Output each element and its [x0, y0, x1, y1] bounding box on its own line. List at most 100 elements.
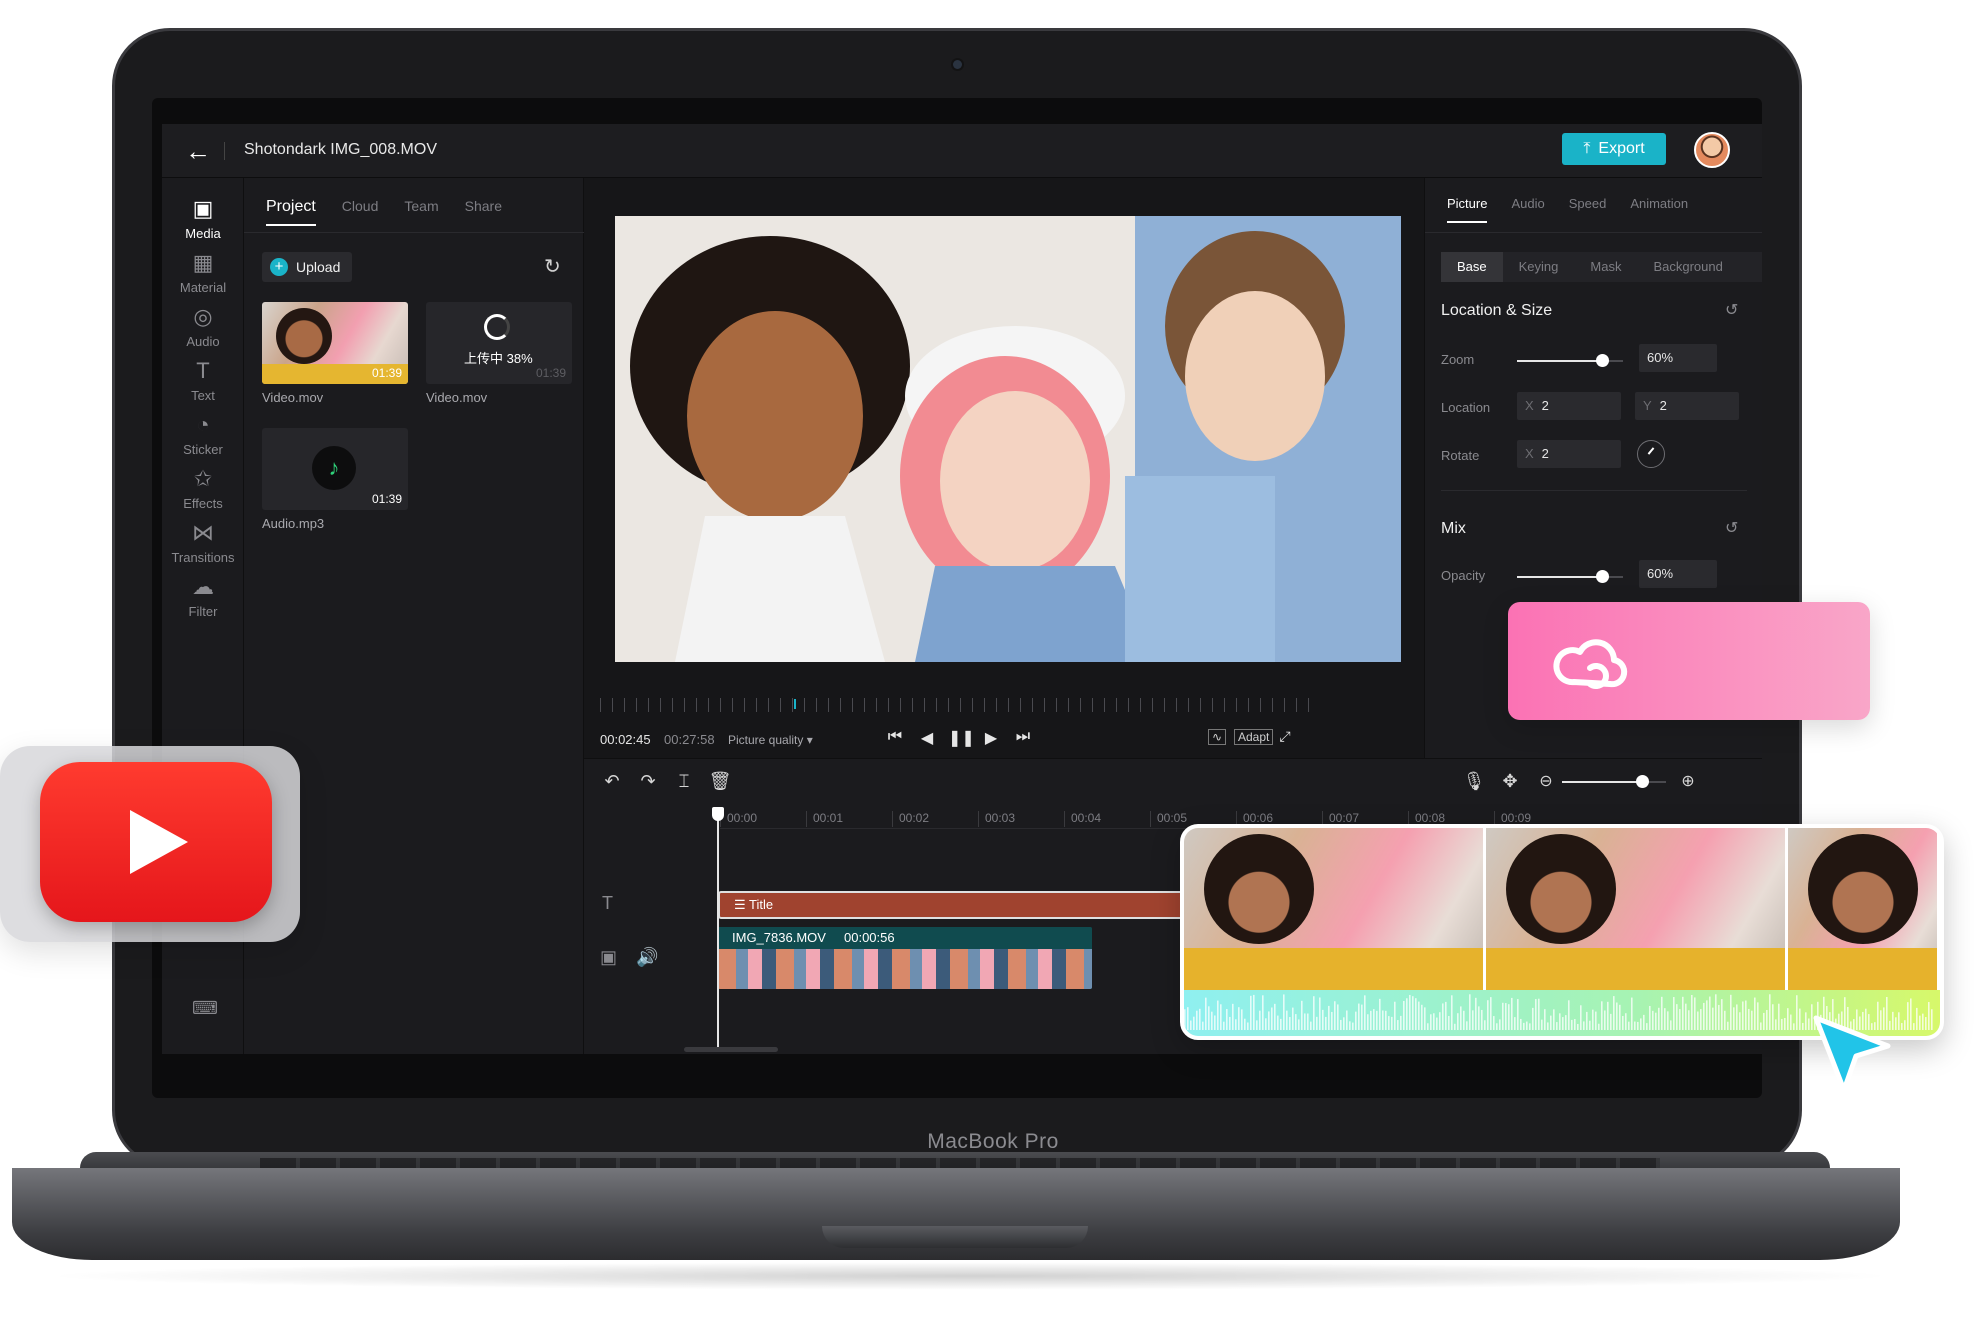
zoom-out-icon[interactable]: ⊖	[1534, 771, 1558, 791]
waveform-bar	[1241, 1009, 1243, 1030]
waveform-bar	[1640, 1018, 1642, 1030]
waveform-bar	[1484, 1020, 1486, 1030]
subtab-background[interactable]: Background	[1637, 252, 1738, 282]
timeline-zoom-slider[interactable]	[1562, 775, 1666, 788]
back-arrow-icon[interactable]: ←	[184, 137, 212, 165]
waveform-bar	[1238, 1007, 1240, 1030]
undo-icon[interactable]: ↶	[600, 771, 624, 792]
waveform-bar	[1424, 1007, 1426, 1030]
rail-item-transitions[interactable]: ⋈ Transitions	[162, 514, 244, 576]
waveform-bar	[1418, 1001, 1420, 1030]
step-back-icon[interactable]: ◀	[916, 728, 938, 748]
pause-icon[interactable]: ❚❚	[948, 728, 975, 748]
reset-icon[interactable]: ↺	[1725, 300, 1738, 320]
waveform-bar	[1265, 1018, 1267, 1030]
media-thumbnail-audio[interactable]: ♪ 01:39	[262, 428, 408, 510]
tab-project[interactable]: Project	[266, 196, 316, 226]
location-y-field[interactable]: Y2	[1635, 392, 1739, 420]
zoom-value[interactable]: 60%	[1639, 344, 1717, 372]
snap-icon[interactable]: ✥	[1498, 771, 1522, 792]
tab-team[interactable]: Team	[404, 196, 438, 214]
slider-knob[interactable]	[1636, 775, 1649, 788]
title-clip[interactable]: ☰ Title	[718, 891, 1188, 919]
waveform-bar	[1385, 1010, 1387, 1030]
reset-icon[interactable]: ↺	[1725, 518, 1738, 538]
picture-quality-select[interactable]: Picture quality ▾	[728, 733, 813, 747]
media-thumbnail-uploading[interactable]: 上传中 38% 01:39	[426, 302, 572, 384]
tab-cloud[interactable]: Cloud	[342, 196, 379, 214]
rail-item-filter[interactable]: ☁ Filter	[162, 568, 244, 630]
waveform-bar	[1583, 1021, 1585, 1030]
effects-icon: ✩	[193, 466, 213, 491]
rail-item-media[interactable]: ▣ Media	[162, 190, 244, 252]
waveform-bar	[1805, 1012, 1807, 1030]
rotate-dial[interactable]	[1637, 440, 1665, 468]
tab-picture[interactable]: Picture	[1447, 196, 1488, 223]
rail-item-sticker[interactable]: ◔ Sticker	[162, 406, 244, 468]
waveform-bar	[1445, 1001, 1447, 1030]
waveform-bar	[1628, 1021, 1630, 1030]
subtab-keying[interactable]: Keying	[1503, 252, 1575, 282]
tab-share[interactable]: Share	[465, 196, 502, 214]
split-icon[interactable]: ⌶	[672, 771, 696, 792]
skip-end-icon[interactable]: ⏭	[1012, 728, 1034, 746]
material-icon: ▦	[192, 250, 214, 275]
step-forward-icon[interactable]: ▶	[980, 728, 1002, 748]
fullscreen-icon[interactable]: ⤢	[1274, 728, 1296, 745]
subtab-base[interactable]: Base	[1441, 252, 1503, 282]
waveform-bar	[1289, 1017, 1291, 1030]
film-frame	[1485, 828, 1788, 990]
waveform-bar	[1514, 1017, 1516, 1030]
playhead[interactable]	[712, 807, 724, 1051]
waveform-bar	[1637, 1021, 1639, 1030]
waveform-bar	[1541, 1019, 1543, 1030]
location-x-field[interactable]: X2	[1517, 392, 1621, 420]
waveform-bar	[1346, 1010, 1348, 1030]
waveform-bar	[1430, 1014, 1432, 1030]
rail-item-audio[interactable]: ◎ Audio	[162, 298, 244, 360]
media-thumbnail[interactable]: 01:39	[262, 302, 408, 384]
volume-icon[interactable]: 🔊	[636, 947, 658, 968]
waveform-bar	[1499, 1019, 1501, 1030]
zoom-in-icon[interactable]: ⊕	[1676, 771, 1700, 791]
opacity-value[interactable]: 60%	[1639, 560, 1717, 588]
tab-audio[interactable]: Audio	[1511, 196, 1544, 223]
video-clip[interactable]: IMG_7836.MOV 00:00:56	[718, 927, 1092, 989]
transitions-icon: ⋈	[192, 520, 214, 545]
waveform-bar	[1457, 1013, 1459, 1030]
divider	[1441, 490, 1747, 491]
slider-knob[interactable]	[1595, 354, 1609, 367]
adapt-button[interactable]: Adapt	[1234, 729, 1274, 745]
rail-item-effects[interactable]: ✩ Effects	[162, 460, 244, 522]
subtab-mask[interactable]: Mask	[1574, 252, 1637, 282]
delete-icon[interactable]: 🗑	[708, 771, 732, 792]
media-name: Audio.mp3	[262, 516, 325, 531]
rail-item-material[interactable]: ▦ Material	[162, 244, 244, 306]
preview-scrubber[interactable]	[600, 698, 1320, 712]
waveform-bar	[1439, 1012, 1441, 1030]
waveform-bar	[1748, 1008, 1750, 1030]
waveform-bar	[1226, 1009, 1228, 1030]
rotate-label: Rotate	[1441, 448, 1480, 463]
refresh-icon[interactable]: ↻	[544, 254, 561, 279]
rail-item-text[interactable]: T Text	[162, 352, 244, 414]
upload-button[interactable]: + Upload	[262, 252, 353, 282]
waveform-bar	[1403, 1001, 1405, 1030]
timeline-scrollbar[interactable]	[684, 1047, 778, 1052]
video-track-icon[interactable]: ▣	[600, 947, 617, 968]
rotate-x-field[interactable]: X2	[1517, 440, 1621, 468]
tab-animation[interactable]: Animation	[1630, 196, 1688, 223]
avatar[interactable]	[1694, 132, 1730, 168]
opacity-slider[interactable]	[1517, 570, 1623, 583]
keyboard-icon[interactable]: ⌨	[192, 998, 218, 1019]
waveform-bar	[1673, 997, 1675, 1030]
waveform-icon[interactable]: ∿	[1208, 729, 1227, 745]
tab-speed[interactable]: Speed	[1569, 196, 1607, 223]
redo-icon[interactable]: ↷	[636, 771, 660, 792]
skip-start-icon[interactable]: ⏮	[884, 728, 906, 746]
video-preview[interactable]	[615, 216, 1401, 662]
zoom-slider[interactable]	[1517, 354, 1623, 367]
export-button[interactable]: ⤒ Export	[1562, 133, 1666, 165]
slider-knob[interactable]	[1595, 570, 1609, 583]
microphone-icon[interactable]: 🎙	[1462, 771, 1486, 792]
